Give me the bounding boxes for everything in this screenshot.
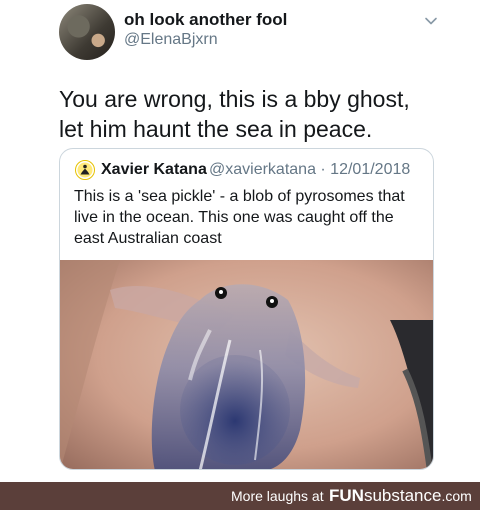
display-name[interactable]: oh look another fool [124, 10, 287, 30]
quoted-tweet[interactable]: Xavier Katana @xavierkatana · 12/01/2018… [59, 148, 434, 470]
footer-banner[interactable]: More laughs at FUNsubstance.com [0, 482, 480, 510]
footer-more-laughs: More laughs at [231, 488, 324, 504]
sea-pickle-photo[interactable] [60, 260, 434, 470]
tweet-text: You are wrong, this is a bby ghost, let … [59, 86, 410, 142]
footer-brand-rest: substance [363, 486, 442, 505]
footer-brand[interactable]: FUNsubstance.com [329, 486, 472, 506]
quoted-display-name[interactable]: Xavier Katana [101, 161, 207, 179]
chevron-down-icon[interactable] [424, 14, 438, 28]
tweet-card: oh look another fool @ElenaBjxrn You are… [0, 0, 480, 482]
quoted-avatar[interactable] [75, 160, 95, 180]
quoted-tweet-text: This is a 'sea pickle' - a blob of pyros… [74, 188, 405, 247]
footer-brand-suffix: .com [441, 488, 472, 504]
meditating-figure-icon [77, 162, 93, 178]
avatar[interactable] [59, 4, 115, 60]
quoted-handle-date[interactable]: @xavierkatana · 12/01/2018 [209, 161, 410, 179]
user-handle[interactable]: @ElenaBjxrn [124, 31, 218, 49]
footer-brand-bold: FUN [329, 486, 364, 505]
